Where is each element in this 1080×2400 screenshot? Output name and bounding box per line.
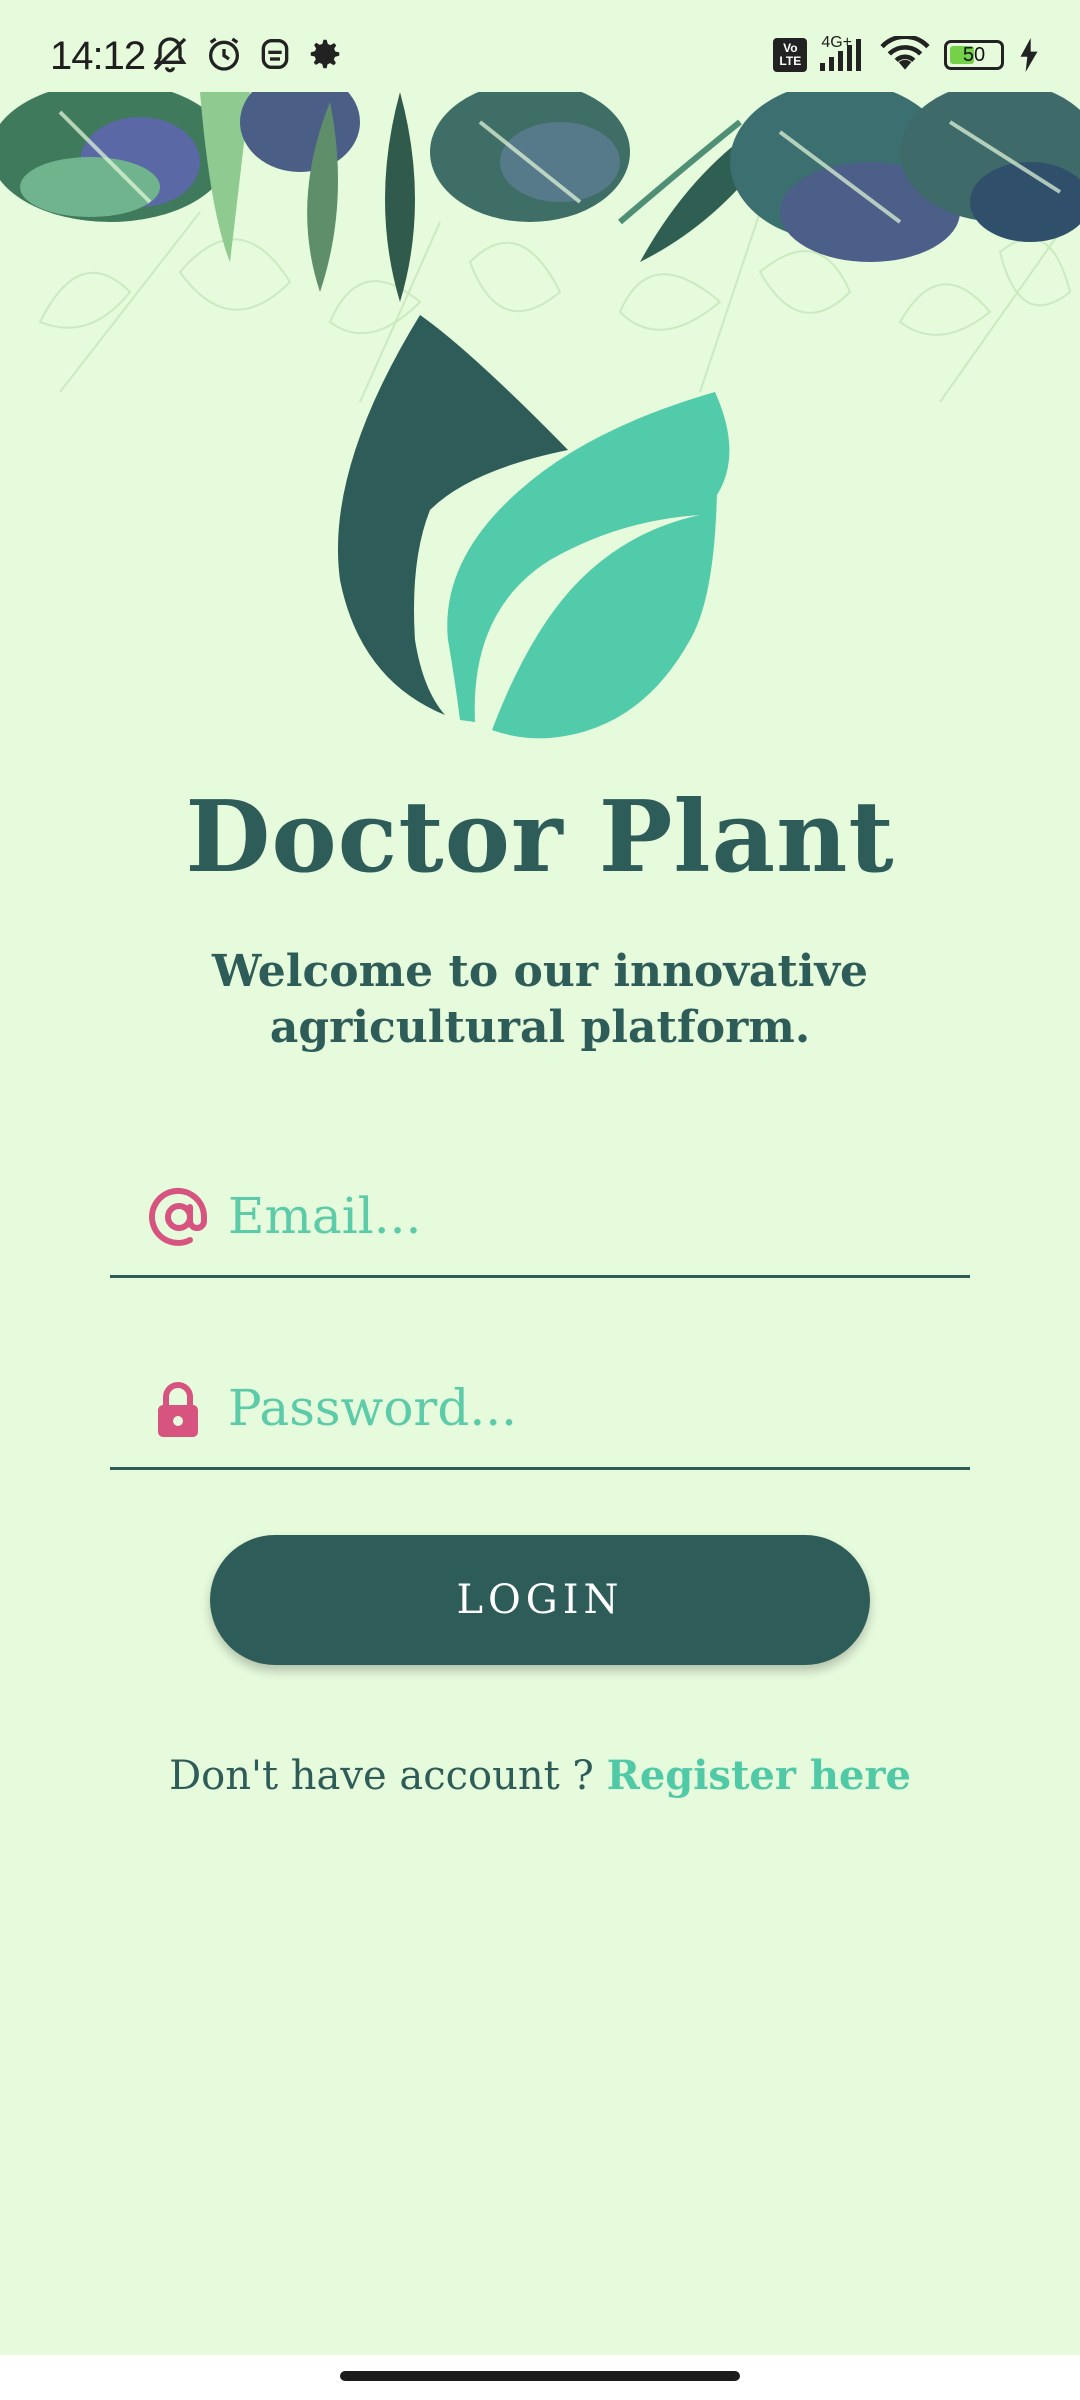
wifi-icon xyxy=(880,36,930,74)
battery-level: 50 xyxy=(962,43,986,66)
status-icons-right: Vo LTE 4G+ 50 xyxy=(773,34,1040,74)
network-type: 4G+ xyxy=(821,34,852,51)
register-row: Don't have account ? Register here xyxy=(0,1752,1080,1799)
charging-bolt-icon xyxy=(1018,38,1040,72)
welcome-text: Welcome to our innovative agricultural p… xyxy=(211,946,869,1053)
password-input[interactable] xyxy=(226,1367,950,1449)
gear-icon xyxy=(306,35,344,73)
battery-indicator: 50 xyxy=(944,40,1004,70)
register-prompt: Don't have account ? xyxy=(169,1753,594,1799)
app-logo xyxy=(320,310,740,750)
app-title: Doctor Plant xyxy=(185,780,895,895)
register-link[interactable]: Register here xyxy=(607,1752,911,1799)
lock-icon xyxy=(146,1377,210,1441)
login-button[interactable]: LOGIN xyxy=(210,1535,870,1665)
at-sign-icon xyxy=(146,1185,210,1249)
alarm-icon xyxy=(204,34,244,74)
status-time: 14:12 xyxy=(50,34,146,78)
email-field xyxy=(110,1165,970,1278)
home-indicator[interactable] xyxy=(340,2371,740,2381)
password-field xyxy=(110,1357,970,1470)
volte-badge: Vo LTE xyxy=(773,38,808,72)
status-icons-left xyxy=(150,34,344,74)
email-input[interactable] xyxy=(226,1175,950,1257)
bell-off-icon xyxy=(150,34,190,74)
robot-icon xyxy=(258,34,292,74)
